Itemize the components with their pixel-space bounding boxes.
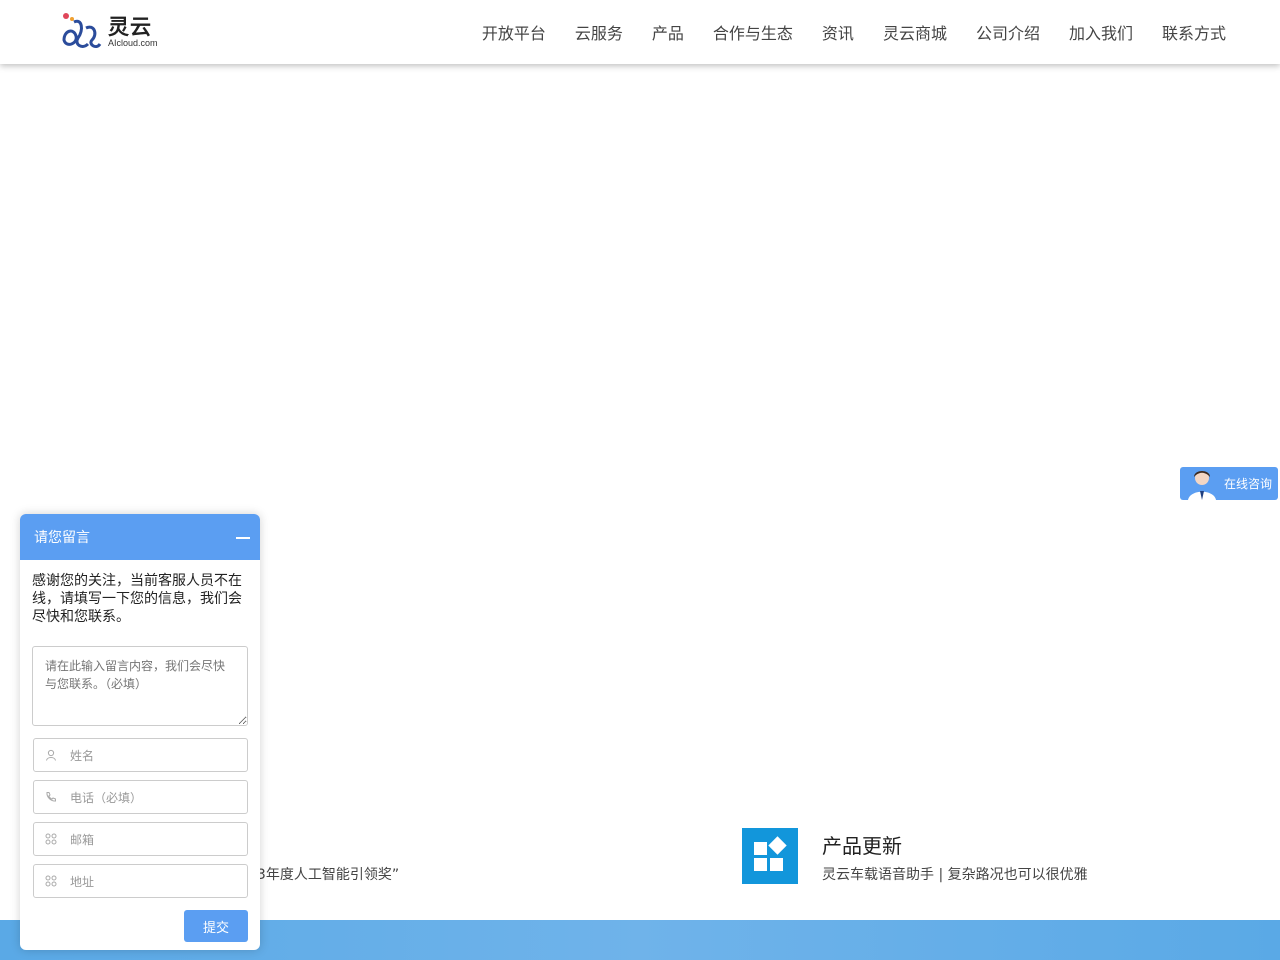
nav-item-partners[interactable]: 合作与生态 <box>713 20 793 44</box>
online-consult-button[interactable]: 在线咨询 <box>1180 467 1278 500</box>
grid-blocks-icon <box>742 828 798 884</box>
main-nav: 开放平台 云服务 产品 合作与生态 资讯 灵云商城 公司介绍 加入我们 联系方式 <box>453 0 1226 64</box>
nav-item-cloud-services[interactable]: 云服务 <box>575 20 623 44</box>
leave-message-header: 请您留言 <box>20 514 260 560</box>
logo-text: 灵云 AIcloud.com <box>108 16 158 49</box>
logo-mark-icon <box>62 13 102 48</box>
phone-placeholder: 电话（必填） <box>70 790 143 805</box>
nav-item-contact[interactable]: 联系方式 <box>1162 20 1226 44</box>
email-field[interactable]: 邮箱 <box>33 822 248 856</box>
brand-logo[interactable]: 灵云 AIcloud.com <box>58 10 168 54</box>
grid-icon <box>44 874 58 888</box>
name-field[interactable]: 姓名 <box>33 738 248 772</box>
phone-icon <box>44 790 58 804</box>
agent-avatar-icon <box>1188 471 1216 500</box>
product-update-title[interactable]: 产品更新 <box>822 830 902 859</box>
nav-item-products[interactable]: 产品 <box>652 20 684 44</box>
leave-message-panel: 请您留言 感谢您的关注，当前客服人员不在线，请填写一下您的信息，我们会尽快和您联… <box>20 514 260 950</box>
email-placeholder: 邮箱 <box>70 832 95 847</box>
nav-item-about[interactable]: 公司介绍 <box>976 20 1040 44</box>
submit-button[interactable]: 提交 <box>184 910 248 942</box>
brand-name: 灵云 <box>108 14 152 39</box>
news-headline-snippet[interactable]: 23年度人工智能引领奖” <box>248 864 399 884</box>
leave-message-title: 请您留言 <box>34 530 90 546</box>
nav-item-store[interactable]: 灵云商城 <box>883 20 947 44</box>
message-textarea[interactable] <box>32 646 248 726</box>
address-field[interactable]: 地址 <box>33 864 248 898</box>
address-placeholder: 地址 <box>70 874 95 889</box>
nav-item-open-platform[interactable]: 开放平台 <box>482 20 546 44</box>
minimize-icon[interactable] <box>236 530 250 544</box>
nav-item-news[interactable]: 资讯 <box>822 20 854 44</box>
brand-domain: AIcloud.com <box>108 37 158 48</box>
name-placeholder: 姓名 <box>70 748 95 763</box>
nav-item-careers[interactable]: 加入我们 <box>1069 20 1133 44</box>
product-update-desc[interactable]: 灵云车载语音助手 | 复杂路况也可以很优雅 <box>822 864 1088 884</box>
grid-icon <box>44 832 58 846</box>
phone-field[interactable]: 电话（必填） <box>33 780 248 814</box>
offline-notice: 感谢您的关注，当前客服人员不在线，请填写一下您的信息，我们会尽快和您联系。 <box>32 573 242 625</box>
site-header: 灵云 AIcloud.com 开放平台 云服务 产品 合作与生态 资讯 灵云商城… <box>0 0 1280 64</box>
online-consult-label: 在线咨询 <box>1224 477 1273 491</box>
user-icon <box>44 748 58 762</box>
